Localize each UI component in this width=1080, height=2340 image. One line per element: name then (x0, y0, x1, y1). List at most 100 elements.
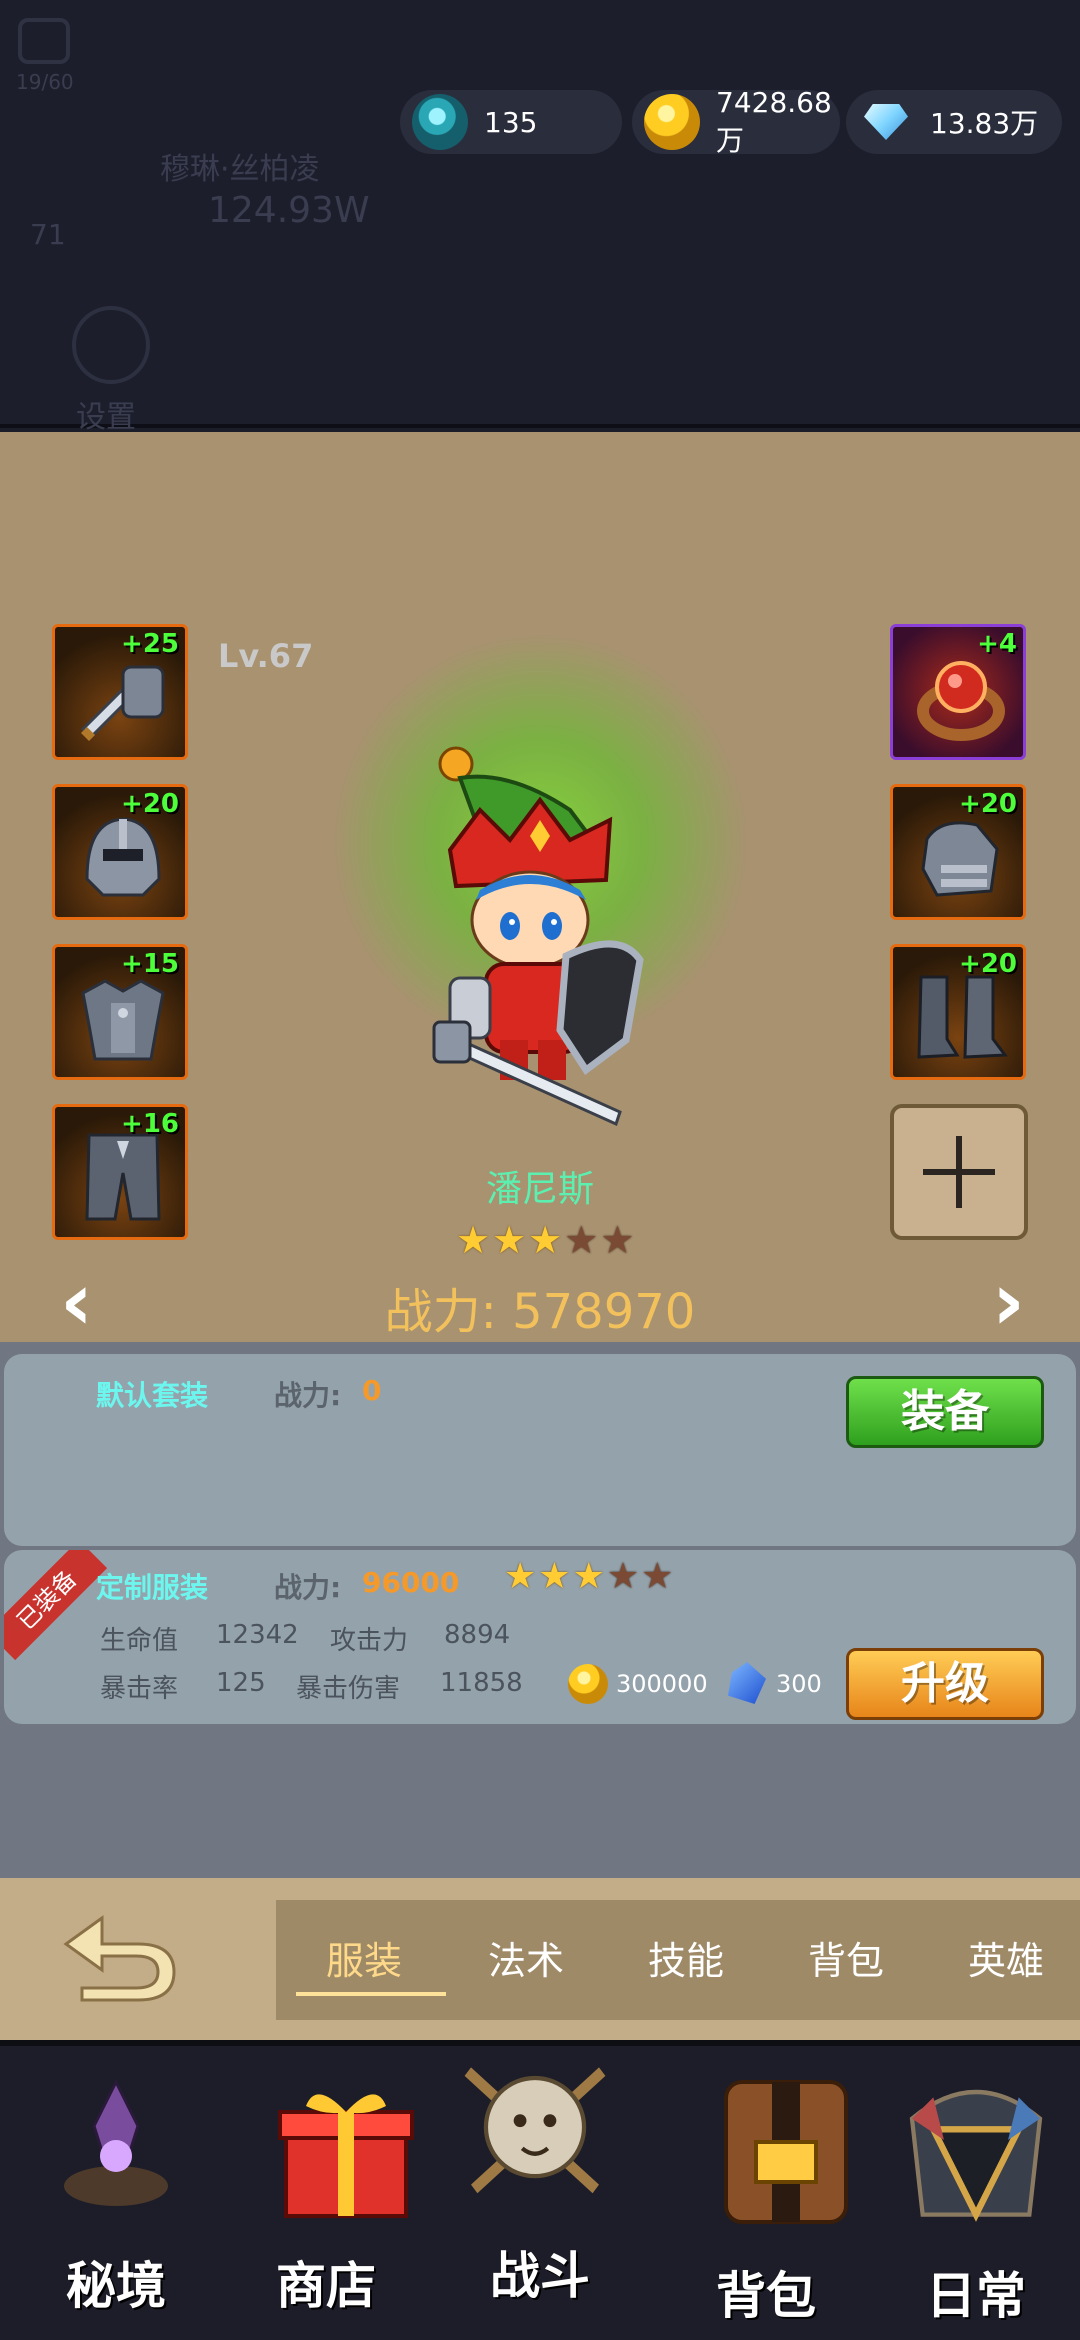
hero-star-rating: ★ ★ ★ ★ ★ (456, 1218, 634, 1262)
upgrade-button[interactable]: 升级 (846, 1648, 1044, 1720)
hero-name: 潘尼斯 (485, 1169, 594, 1210)
star-empty-icon: ★ (641, 1556, 674, 1597)
soul-resource[interactable]: 135 (400, 90, 622, 154)
lion-crest-icon (464, 2067, 606, 2194)
equip-slot-ring[interactable]: +4 (890, 624, 1026, 760)
crystal-realm-icon (64, 2078, 168, 2206)
player-power: 124.93W (208, 190, 370, 231)
stat-hp-value: 12342 (216, 1620, 299, 1650)
nav-secret-realm[interactable]: 秘境 (16, 2046, 216, 2340)
gold-coin-icon (644, 94, 700, 150)
crystal-cost: 300 (776, 1670, 822, 1698)
blue-crystal-icon (728, 1662, 766, 1704)
soul-amount: 135 (484, 105, 538, 139)
stat-hp-label: 生命值 (100, 1626, 179, 1656)
tab-row: 服装 法术 技能 背包 英雄 (0, 1878, 1080, 2040)
star-empty-icon: ★ (564, 1218, 599, 1262)
equip-slot-helmet[interactable]: +20 (52, 784, 188, 920)
stamina-text: 19/60 (16, 70, 74, 94)
star-filled-icon: ★ (538, 1556, 571, 1597)
diamond-resource[interactable]: 13.83万 (846, 90, 1062, 154)
gold-coin-icon (568, 1664, 608, 1704)
gauntlet-icon (921, 821, 999, 897)
menu-icon (18, 18, 70, 64)
active-tab-underline (296, 1992, 446, 1996)
stat-atk-label: 攻击力 (330, 1626, 409, 1656)
equipped-ribbon: 已装备 (4, 1550, 108, 1661)
star-filled-icon: ★ (504, 1556, 537, 1597)
stat-atk-value: 8894 (444, 1620, 511, 1650)
nav-label: 商店 (276, 2257, 376, 2315)
equip-bonus: +15 (121, 949, 179, 979)
settings-gear-icon (72, 306, 150, 384)
daily-shield-icon (909, 2090, 1043, 2222)
star-filled-icon: ★ (456, 1218, 491, 1262)
outfit-card-default[interactable]: 默认套装 战力: 0 装备 (4, 1354, 1076, 1546)
equip-bonus: +20 (959, 949, 1017, 979)
nav-label: 秘境 (66, 2257, 166, 2315)
top-bar: 19/60 穆琳·丝柏凌 124.93W 71 设置 135 7428.68万 … (0, 0, 1080, 435)
outfit-power-value: 96000 (362, 1566, 460, 1599)
equip-bonus: +4 (977, 629, 1017, 659)
tab-skill[interactable]: 技能 (648, 1930, 724, 1985)
boots-icon (917, 975, 1008, 1059)
diamond-amount: 13.83万 (930, 107, 1039, 140)
equip-slot-gauntlets[interactable]: +20 (890, 784, 1026, 920)
player-name: 穆琳·丝柏凌 (160, 152, 320, 187)
hero-character[interactable] (420, 740, 680, 1130)
prev-hero-chevron-left-icon[interactable]: ‹ (60, 1262, 93, 1342)
equip-bonus: +16 (121, 1109, 179, 1139)
nav-label: 战斗 (490, 2247, 590, 2305)
equip-button[interactable]: 装备 (846, 1376, 1044, 1448)
tab-outfit[interactable]: 服装 (326, 1930, 402, 1985)
equip-bonus: +20 (121, 789, 179, 819)
hero-power: 战力: 578970 (384, 1284, 696, 1340)
equip-slot-boots[interactable]: +20 (890, 944, 1026, 1080)
sword-icon (80, 665, 165, 741)
settings-label: 设置 (76, 400, 136, 435)
back-arrow-icon[interactable] (56, 1904, 186, 2004)
star-empty-icon: ★ (600, 1218, 635, 1262)
star-filled-icon: ★ (492, 1218, 527, 1262)
armor-icon (81, 979, 165, 1061)
nav-daily[interactable]: 日常 (876, 2046, 1076, 2340)
star-filled-icon: ★ (572, 1556, 605, 1597)
tab-spell[interactable]: 法术 (488, 1930, 564, 1985)
hero-stage: Lv.67 +25 +20 +15 +16 +4 +20 +20 潘尼斯 ★ ★… (0, 432, 1080, 1342)
nav-backpack[interactable]: 背包 (666, 2046, 866, 2340)
ring-icon (917, 661, 1005, 741)
nav-label: 背包 (716, 2267, 816, 2325)
star-empty-icon: ★ (606, 1556, 640, 1597)
stat-crit-value: 125 (216, 1668, 266, 1698)
stat-crit-label: 暴击率 (100, 1674, 179, 1704)
equip-slot-weapon[interactable]: +25 (52, 624, 188, 760)
outfit-card-custom[interactable]: 已装备 定制服装 战力: 96000 ★ ★ ★ ★ ★ 生命值 12342 攻… (4, 1550, 1076, 1724)
outfit-star-rating: ★ ★ ★ ★ ★ (504, 1556, 673, 1597)
equip-bonus: +20 (959, 789, 1017, 819)
gold-resource[interactable]: 7428.68万 (632, 86, 840, 157)
equip-bonus: +25 (121, 629, 179, 659)
outfit-power-label: 战力: (274, 1379, 342, 1412)
hero-level: Lv.67 (218, 637, 314, 675)
bottom-nav: 秘境 商店 战斗 背包 日常 (0, 2040, 1080, 2340)
helmet-icon (85, 817, 161, 897)
gold-amount: 7428.68万 (716, 85, 832, 157)
nav-label: 日常 (926, 2267, 1026, 2325)
tab-hero[interactable]: 英雄 (968, 1930, 1044, 1985)
nav-shop[interactable]: 商店 (226, 2046, 426, 2340)
outfit-title: 定制服装 (96, 1571, 209, 1604)
diamond-icon (858, 94, 914, 150)
outfit-power-value: 0 (362, 1374, 382, 1407)
outfit-panel: 默认套装 战力: 0 装备 已装备 定制服装 战力: 96000 ★ ★ ★ ★… (0, 1342, 1080, 1878)
soul-stone-icon (412, 94, 468, 150)
tab-bag[interactable]: 背包 (808, 1930, 884, 1985)
next-hero-chevron-right-icon[interactable]: › (992, 1262, 1025, 1342)
star-filled-icon: ★ (528, 1218, 563, 1262)
stat-critdmg-label: 暴击伤害 (296, 1674, 401, 1704)
player-level: 71 (30, 218, 66, 251)
nav-battle[interactable]: 战斗 (440, 2046, 640, 2340)
outfit-power-label: 战力: (274, 1571, 342, 1604)
gold-cost: 300000 (616, 1670, 708, 1698)
tab-bar: 服装 法术 技能 背包 英雄 (276, 1900, 1080, 2020)
equip-slot-armor[interactable]: +15 (52, 944, 188, 1080)
